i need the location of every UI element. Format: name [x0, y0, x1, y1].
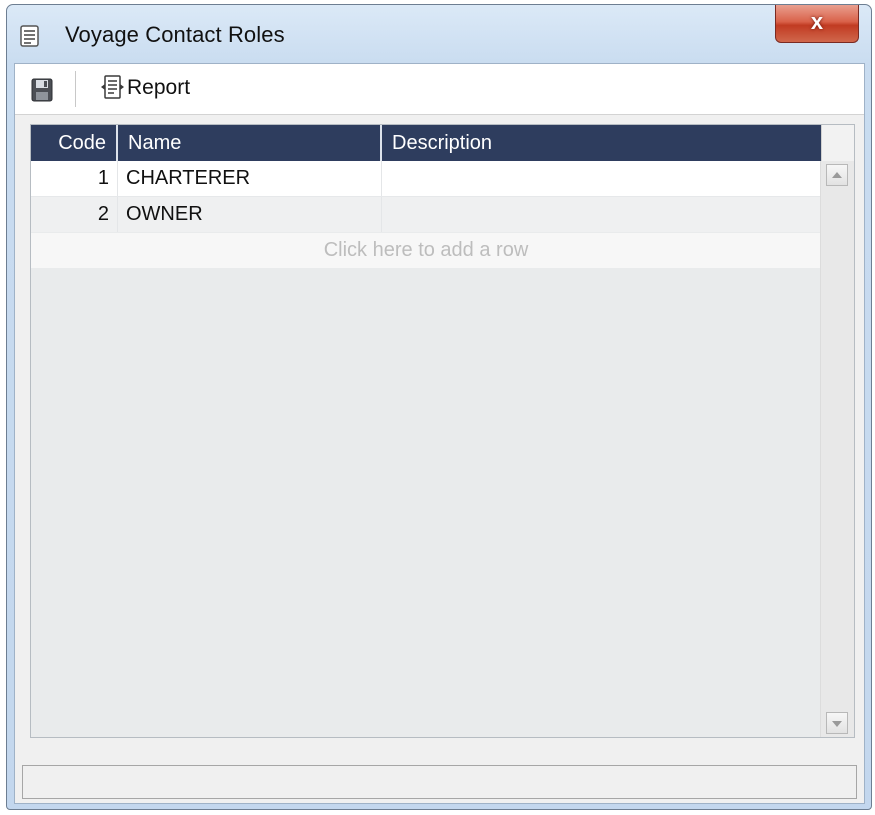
- report-label: Report: [127, 76, 191, 99]
- table-row[interactable]: 2 OWNER: [31, 197, 821, 232]
- scroll-down-icon[interactable]: [826, 712, 848, 734]
- window-content: Report Code Name Description 1 CHARTERER…: [14, 63, 865, 804]
- cell-name[interactable]: CHARTERER: [118, 161, 382, 196]
- column-header-name[interactable]: Name: [118, 125, 382, 161]
- grid-header: Code Name Description: [31, 125, 821, 161]
- report-document-icon: [101, 75, 124, 99]
- cell-code[interactable]: 2: [31, 197, 118, 232]
- report-button[interactable]: Report: [99, 73, 190, 103]
- title-bar[interactable]: Voyage Contact Roles x: [7, 5, 871, 63]
- save-button[interactable]: [29, 76, 55, 104]
- column-header-code[interactable]: Code: [31, 125, 118, 161]
- toolbar-separator: [75, 71, 76, 107]
- status-bar: [22, 765, 857, 799]
- document-list-icon: [19, 25, 41, 47]
- column-header-description[interactable]: Description: [382, 125, 821, 161]
- toolbar: Report: [15, 64, 864, 115]
- contact-roles-grid: Code Name Description 1 CHARTERER 2 OWNE…: [30, 124, 855, 738]
- table-row[interactable]: 1 CHARTERER: [31, 161, 821, 197]
- app-window: Voyage Contact Roles x Report Code Name …: [6, 4, 872, 810]
- floppy-disk-icon: [31, 78, 53, 102]
- grid-corner: [821, 125, 854, 161]
- cell-description[interactable]: [382, 197, 821, 232]
- vertical-scrollbar[interactable]: [820, 161, 854, 737]
- cell-code[interactable]: 1: [31, 161, 118, 196]
- cell-name[interactable]: OWNER: [118, 197, 382, 232]
- window-title: Voyage Contact Roles: [65, 22, 285, 47]
- scroll-up-icon[interactable]: [826, 164, 848, 186]
- add-row-button[interactable]: Click here to add a row: [31, 233, 821, 268]
- close-button[interactable]: x: [775, 5, 859, 43]
- cell-description[interactable]: [382, 161, 821, 196]
